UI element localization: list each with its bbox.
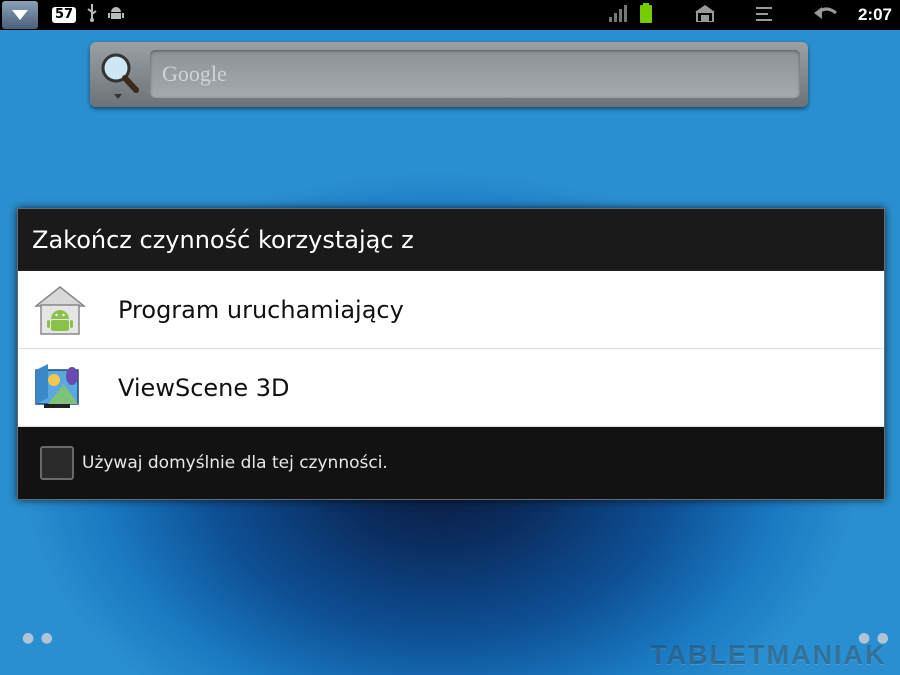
use-by-default-checkbox[interactable] bbox=[40, 446, 74, 480]
notification-count-badge: 57 bbox=[52, 7, 77, 23]
launcher-home-icon bbox=[33, 284, 87, 336]
status-bar: 57 2:07 bbox=[0, 0, 900, 30]
android-debug-icon bbox=[108, 5, 125, 25]
dialog-title: Zakończ czynność korzystając z bbox=[18, 209, 884, 271]
list-item-viewscene[interactable]: ViewScene 3D bbox=[18, 349, 884, 427]
list-item-launcher[interactable]: Program uruchamiający bbox=[18, 271, 884, 349]
use-by-default-label[interactable]: Używaj domyślnie dla tej czynności. bbox=[82, 453, 388, 473]
complete-action-dialog: Zakończ czynność korzystając z Program u… bbox=[17, 208, 885, 500]
battery-icon bbox=[639, 3, 652, 27]
signal-icon bbox=[608, 3, 628, 27]
notification-dropdown-icon[interactable] bbox=[2, 1, 38, 29]
clock: 2:07 bbox=[857, 5, 892, 24]
list-item-label: ViewScene 3D bbox=[118, 373, 290, 402]
dialog-footer: Używaj domyślnie dla tej czynności. bbox=[18, 427, 884, 499]
list-item-label: Program uruchamiający bbox=[118, 295, 404, 324]
search-input[interactable]: Google bbox=[150, 50, 800, 98]
back-icon[interactable] bbox=[813, 5, 838, 25]
usb-icon bbox=[86, 4, 98, 26]
watermark-logo: TABLETMANIAK bbox=[650, 640, 887, 670]
magnifier-icon[interactable] bbox=[98, 50, 142, 100]
google-search-widget[interactable]: Google bbox=[90, 42, 808, 107]
page-indicator-left[interactable]: ● ● bbox=[22, 630, 54, 646]
viewscene-icon bbox=[34, 362, 86, 414]
menu-icon[interactable] bbox=[755, 6, 774, 25]
home-icon[interactable] bbox=[694, 4, 716, 26]
search-placeholder: Google bbox=[162, 61, 227, 86]
